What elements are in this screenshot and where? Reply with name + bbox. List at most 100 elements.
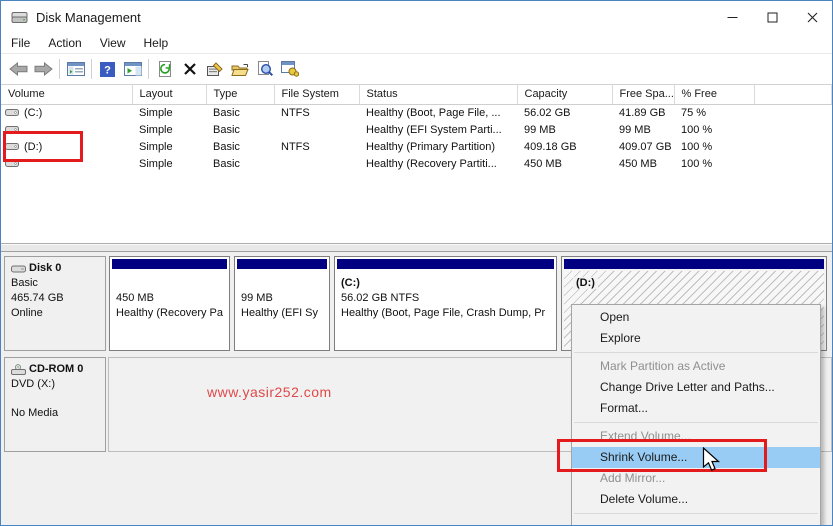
column-filler (754, 85, 832, 105)
partition-color-band (112, 259, 227, 269)
refresh-icon[interactable] (152, 57, 177, 82)
minimize-icon[interactable] (712, 1, 752, 33)
cell-status: Healthy (Recovery Partiti... (366, 157, 497, 170)
menu-item-format[interactable]: Format... (572, 398, 820, 419)
menu-item-change-drive-letter[interactable]: Change Drive Letter and Paths... (572, 377, 820, 398)
cell-pct: 75 % (681, 106, 707, 119)
svg-text:?: ? (104, 64, 111, 76)
menu-separator (574, 513, 818, 514)
disk-icon (11, 265, 26, 272)
partition-efi[interactable]: 99 MB Healthy (EFI Sy (234, 256, 330, 351)
partition-c[interactable]: (C:) 56.02 GB NTFS Healthy (Boot, Page F… (334, 256, 557, 351)
pane-splitter[interactable] (1, 243, 832, 252)
column-type[interactable]: Type (206, 85, 275, 105)
volume-row-efi[interactable]: Simple Basic Healthy (EFI System Parti..… (1, 121, 832, 138)
column-capacity[interactable]: Capacity (517, 85, 613, 105)
action-pane-icon[interactable] (120, 57, 145, 82)
properties-icon[interactable] (202, 57, 227, 82)
cell-status: Healthy (Boot, Page File, ... (366, 106, 501, 119)
window-title: Disk Management (36, 9, 141, 25)
disk0-state: Online (11, 307, 43, 319)
cell-layout: Simple (139, 123, 173, 136)
column-pct-free[interactable]: % Free (674, 85, 755, 105)
menu-item-open[interactable]: Open (572, 307, 820, 328)
title-bar: Disk Management (1, 1, 832, 33)
disk-management-window: Disk Management File Action View Help ? … (0, 0, 833, 526)
menu-help[interactable]: Help (135, 34, 178, 52)
disk0-size: 465.74 GB (11, 292, 64, 304)
settings-icon[interactable] (277, 57, 302, 82)
cell-capacity: 450 MB (524, 157, 562, 170)
toolbar-separator (148, 59, 149, 79)
menu-separator (574, 422, 818, 423)
partition-size: 450 MB (116, 292, 154, 304)
column-file-system[interactable]: File System (274, 85, 360, 105)
partition-recovery[interactable]: 450 MB Healthy (Recovery Pa (109, 256, 230, 351)
cell-capacity: 99 MB (524, 123, 556, 136)
cell-capacity: 409.18 GB (524, 140, 577, 153)
cell-type: Basic (213, 157, 240, 170)
cell-free: 99 MB (619, 123, 651, 136)
cell-type: Basic (213, 123, 240, 136)
menu-item-mark-partition-active: Mark Partition as Active (600, 359, 726, 373)
maximize-icon[interactable] (752, 1, 792, 33)
disk0-type: Basic (11, 277, 38, 289)
menu-bar: File Action View Help (1, 33, 832, 54)
column-layout[interactable]: Layout (132, 85, 207, 105)
cell-capacity: 56.02 GB (524, 106, 571, 119)
cell-fs: NTFS (281, 140, 310, 153)
volume-row-d[interactable]: (D:) Simple Basic NTFS Healthy (Primary … (1, 138, 832, 155)
find-icon[interactable] (252, 57, 277, 82)
watermark: www.yasir252.com (207, 384, 332, 400)
cell-layout: Simple (139, 140, 173, 153)
menu-view[interactable]: View (91, 34, 135, 52)
cell-free: 450 MB (619, 157, 657, 170)
cdrom-panel[interactable]: CD-ROM 0 DVD (X:) No Media (4, 357, 106, 452)
partition-color-band (564, 259, 824, 269)
menu-file[interactable]: File (2, 34, 39, 52)
mouse-cursor-icon (702, 446, 721, 479)
toolbar: ? (1, 54, 832, 85)
partition-label: (C:) (341, 277, 360, 289)
partition-label (241, 276, 329, 291)
cell-layout: Simple (139, 106, 173, 119)
toolbar-separator (59, 59, 60, 79)
cell-fs (274, 155, 359, 172)
menu-item-delete-volume[interactable]: Delete Volume... (572, 489, 820, 510)
forward-icon[interactable] (31, 57, 56, 82)
cell-pct: 100 % (681, 123, 713, 136)
cell-layout: Simple (139, 157, 173, 170)
partition-color-band (337, 259, 554, 269)
cdrom-name: CD-ROM 0 (29, 363, 84, 375)
menu-action[interactable]: Action (39, 34, 90, 52)
cell-type: Basic (213, 140, 240, 153)
cell-pct: 100 % (681, 140, 713, 153)
partition-status: Healthy (Boot, Page File, Crash Dump, Pr (341, 307, 546, 319)
column-status[interactable]: Status (359, 85, 518, 105)
volume-row-recovery[interactable]: Simple Basic Healthy (Recovery Partiti..… (1, 155, 832, 172)
cell-free: 409.07 GB (619, 140, 672, 153)
volume-table: Volume Layout Type File System Status Ca… (1, 85, 832, 172)
disk0-panel[interactable]: Disk 0 Basic 465.74 GB Online (4, 256, 106, 351)
volume-row-c[interactable]: (C:) Simple Basic NTFS Healthy (Boot, Pa… (1, 104, 832, 121)
column-free-space[interactable]: Free Spa... (612, 85, 675, 105)
partition-status: Healthy (EFI Sy (241, 307, 319, 319)
close-icon[interactable] (792, 1, 832, 33)
cell-fs (274, 121, 359, 138)
delete-icon[interactable] (177, 57, 202, 82)
console-tree-icon[interactable] (63, 57, 88, 82)
back-icon[interactable] (6, 57, 31, 82)
cell-pct: 100 % (681, 157, 713, 170)
partition-color-band (237, 259, 327, 269)
menu-separator (574, 352, 818, 353)
cell-status: Healthy (EFI System Parti... (366, 123, 502, 136)
toolbar-separator (91, 59, 92, 79)
partition-size: 99 MB (241, 292, 273, 304)
partition-label: (D:) (573, 277, 598, 289)
column-volume[interactable]: Volume (1, 85, 133, 105)
cdrom-icon (11, 364, 26, 375)
menu-item-explore[interactable]: Explore (572, 328, 820, 349)
help-icon[interactable]: ? (95, 57, 120, 82)
open-folder-icon[interactable] (227, 57, 252, 82)
disk0-name: Disk 0 (29, 262, 62, 274)
